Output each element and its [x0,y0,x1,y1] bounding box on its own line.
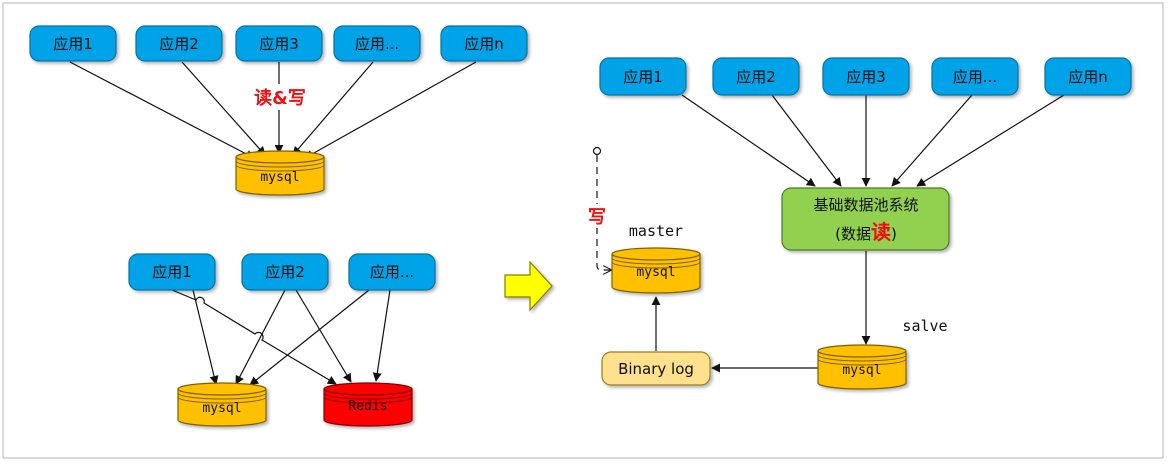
app-node[interactable]: 应用... [333,25,421,62]
write-origin-dot [592,146,602,156]
binary-log-label: Binary log [618,360,694,378]
binary-log-node[interactable]: Binary log [601,351,711,386]
database-label: mysql [202,401,241,416]
database-cylinder[interactable]: mysql [177,382,267,427]
data-pool-title: 基础数据池系统 [813,196,918,214]
data-pool-system[interactable]: 基础数据池系统 (数据读) [781,187,950,251]
app-node-label: 应用2 [159,35,199,53]
right-apps: 应用1 应用2 应用3 应用... 应用n [599,57,1132,96]
app-node-label: 应用1 [152,263,192,281]
app-node-label: 应用... [953,68,997,86]
app-node-label: 应用2 [736,68,776,86]
app-node-label: 应用1 [53,35,93,53]
app-node[interactable]: 应用3 [235,25,323,62]
slave-label: salve [902,317,947,335]
slave-database-cylinder[interactable]: mysql [817,344,907,390]
master-label: master [629,222,683,240]
app-node[interactable]: 应用n [1044,57,1132,96]
app-node[interactable]: 应用... [931,57,1019,96]
app-node[interactable]: 应用2 [241,253,329,291]
write-label: 写 [588,207,606,228]
redis-label: Redis [348,399,387,414]
database-cylinder[interactable]: mysql [235,150,325,196]
app-node-label: 应用... [355,35,399,53]
app-node[interactable]: 应用1 [29,25,117,62]
app-node[interactable]: 应用... [348,253,436,291]
database-label: mysql [260,170,299,185]
master-database-label: mysql [636,265,675,280]
redis-cylinder[interactable]: Redis [323,382,413,427]
app-node-label: 应用n [464,35,504,53]
app-node-label: 应用... [370,263,414,281]
left-bottom-apps: 应用1 应用2 应用... [128,253,436,291]
architecture-diagram: 读&写 应用1 应用2 应用3 应用... 应用n mysql 应用1 应用2 … [2,2,1164,459]
app-node[interactable]: 应用2 [135,25,223,62]
app-node[interactable]: 应用n [440,25,528,62]
app-node-label: 应用3 [259,35,299,53]
master-database-cylinder[interactable]: mysql [611,247,701,294]
app-node-label: 应用1 [623,68,663,86]
app-node-label: 应用n [1068,68,1108,86]
app-node[interactable]: 应用1 [128,253,216,291]
app-node[interactable]: 应用2 [712,57,800,96]
app-node[interactable]: 应用1 [599,57,687,96]
app-node-label: 应用3 [846,68,886,86]
app-node[interactable]: 应用3 [822,57,910,96]
read-write-label: 读&写 [254,87,306,109]
app-node-label: 应用2 [265,263,305,281]
left-top-apps: 应用1 应用2 应用3 应用... 应用n [29,25,528,62]
slave-database-label: mysql [842,363,881,378]
